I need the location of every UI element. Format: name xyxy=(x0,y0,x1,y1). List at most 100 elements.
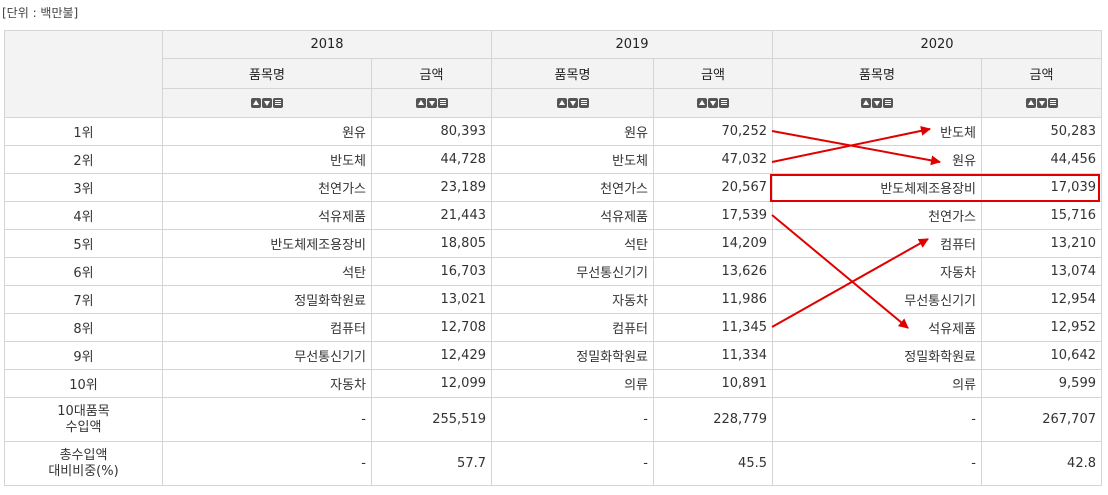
sort-controls-amount-2020 xyxy=(981,88,1102,118)
item-cell: 컴퓨터 xyxy=(162,313,372,342)
amount-cell: 70,252 xyxy=(653,117,773,146)
sort-desc-icon[interactable] xyxy=(708,98,718,108)
year-header-2018: 2018 xyxy=(162,30,492,59)
amount-cell: 228,779 xyxy=(653,397,773,442)
sort-list-icon[interactable] xyxy=(273,98,283,108)
item-cell: 자동차 xyxy=(162,369,372,398)
amount-cell: 44,456 xyxy=(981,145,1102,174)
rank-cell: 10위 xyxy=(4,369,163,398)
sort-asc-icon[interactable] xyxy=(415,98,426,108)
import-ranking-table: 2018 2019 2020 품목명 금액 품목명 금액 품목명 금액 1위 원유… xyxy=(4,30,1102,486)
amount-cell: 10,891 xyxy=(653,369,773,398)
sort-list-icon[interactable] xyxy=(1047,98,1058,108)
item-cell: 원유 xyxy=(162,117,372,146)
item-cell: - xyxy=(162,441,372,486)
table-row: 3위 천연가스 23,189 천연가스 20,567 반도체제조용장비 17,039 xyxy=(4,173,1102,202)
item-cell: 석탄 xyxy=(491,229,654,258)
table-row: 10위 자동차 12,099 의류 10,891 의류 9,599 xyxy=(4,369,1102,398)
table-row: 8위 컴퓨터 12,708 컴퓨터 11,345 석유제품 12,952 xyxy=(4,313,1102,342)
item-cell: - xyxy=(772,441,982,486)
amount-cell: 10,642 xyxy=(981,341,1102,370)
col-item-2020: 품목명 xyxy=(772,58,982,89)
amount-cell: 9,599 xyxy=(981,369,1102,398)
item-cell: 원유 xyxy=(491,117,654,146)
item-cell: - xyxy=(772,397,982,442)
amount-cell: 16,703 xyxy=(371,257,492,286)
table-row: 7위 정밀화학원료 13,021 자동차 11,986 무선통신기기 12,954 xyxy=(4,285,1102,314)
sort-asc-icon[interactable] xyxy=(251,98,261,108)
table-row: 2위 반도체 44,728 반도체 47,032 원유 44,456 xyxy=(4,145,1102,174)
table-row: 5위 반도체제조용장비 18,805 석탄 14,209 컴퓨터 13,210 xyxy=(4,229,1102,258)
amount-cell: 12,952 xyxy=(981,313,1102,342)
amount-cell: 15,716 xyxy=(981,201,1102,230)
item-cell: 천연가스 xyxy=(162,173,372,202)
amount-cell: 255,519 xyxy=(371,397,492,442)
summary-label-line2: 수입액 xyxy=(65,419,102,435)
amount-cell: 267,707 xyxy=(981,397,1102,442)
sort-controls-item-2020 xyxy=(772,88,982,118)
amount-cell: 57.7 xyxy=(371,441,492,486)
item-cell: 반도체 xyxy=(772,117,982,146)
table-row: 6위 석탄 16,703 무선통신기기 13,626 자동차 13,074 xyxy=(4,257,1102,286)
year-header-2019: 2019 xyxy=(491,30,773,59)
amount-cell: 42.8 xyxy=(981,441,1102,486)
amount-cell: 47,032 xyxy=(653,145,773,174)
item-cell: 정밀화학원료 xyxy=(491,341,654,370)
item-cell: 무선통신기기 xyxy=(772,285,982,314)
item-cell: 정밀화학원료 xyxy=(162,285,372,314)
summary-label: 총수입액 대비비중(%) xyxy=(4,441,163,486)
item-cell: 자동차 xyxy=(772,257,982,286)
item-cell: 반도체제조용장비 xyxy=(772,173,982,202)
item-cell: 정밀화학원료 xyxy=(772,341,982,370)
item-cell: 자동차 xyxy=(491,285,654,314)
amount-cell: 12,099 xyxy=(371,369,492,398)
item-cell: - xyxy=(491,397,654,442)
summary-label: 10대품목 수입액 xyxy=(4,397,163,442)
amount-cell: 13,626 xyxy=(653,257,773,286)
summary-label-line1: 10대품목 xyxy=(57,403,110,419)
amount-cell: 50,283 xyxy=(981,117,1102,146)
amount-cell: 17,039 xyxy=(981,173,1102,202)
sort-asc-icon[interactable] xyxy=(697,98,707,108)
sort-desc-icon[interactable] xyxy=(262,98,272,108)
sort-desc-icon[interactable] xyxy=(567,98,578,108)
amount-cell: 17,539 xyxy=(653,201,773,230)
col-item-2019: 품목명 xyxy=(491,58,654,89)
rank-cell: 4위 xyxy=(4,201,163,230)
sort-desc-icon[interactable] xyxy=(426,98,437,108)
sort-desc-icon[interactable] xyxy=(1036,98,1047,108)
table-row: 4위 석유제품 21,443 석유제품 17,539 천연가스 15,716 xyxy=(4,201,1102,230)
summary-label-line1: 총수입액 xyxy=(59,447,108,463)
summary-row: 총수입액 대비비중(%) -57.7-45.5-42.8 xyxy=(4,441,1102,486)
sort-list-icon[interactable] xyxy=(578,98,589,108)
amount-cell: 11,334 xyxy=(653,341,773,370)
sort-desc-icon[interactable] xyxy=(872,98,882,108)
sort-list-icon[interactable] xyxy=(883,98,893,108)
rank-cell: 5위 xyxy=(4,229,163,258)
amount-cell: 23,189 xyxy=(371,173,492,202)
item-cell: 석유제품 xyxy=(162,201,372,230)
item-cell: 석유제품 xyxy=(772,313,982,342)
amount-cell: 14,209 xyxy=(653,229,773,258)
sort-controls-item-2018 xyxy=(162,88,372,118)
amount-cell: 13,210 xyxy=(981,229,1102,258)
item-cell: 의류 xyxy=(491,369,654,398)
sort-asc-icon[interactable] xyxy=(556,98,567,108)
rank-cell: 7위 xyxy=(4,285,163,314)
sort-list-icon[interactable] xyxy=(719,98,729,108)
item-cell: 무선통신기기 xyxy=(491,257,654,286)
sort-controls-amount-2018 xyxy=(371,88,492,118)
rank-cell: 6위 xyxy=(4,257,163,286)
sort-asc-icon[interactable] xyxy=(1025,98,1036,108)
sort-asc-icon[interactable] xyxy=(861,98,871,108)
sort-list-icon[interactable] xyxy=(437,98,448,108)
item-cell: 석유제품 xyxy=(491,201,654,230)
rank-cell: 8위 xyxy=(4,313,163,342)
amount-cell: 11,345 xyxy=(653,313,773,342)
item-cell: 의류 xyxy=(772,369,982,398)
item-cell: - xyxy=(491,441,654,486)
amount-cell: 13,021 xyxy=(371,285,492,314)
item-cell: - xyxy=(162,397,372,442)
amount-cell: 21,443 xyxy=(371,201,492,230)
rank-cell: 3위 xyxy=(4,173,163,202)
